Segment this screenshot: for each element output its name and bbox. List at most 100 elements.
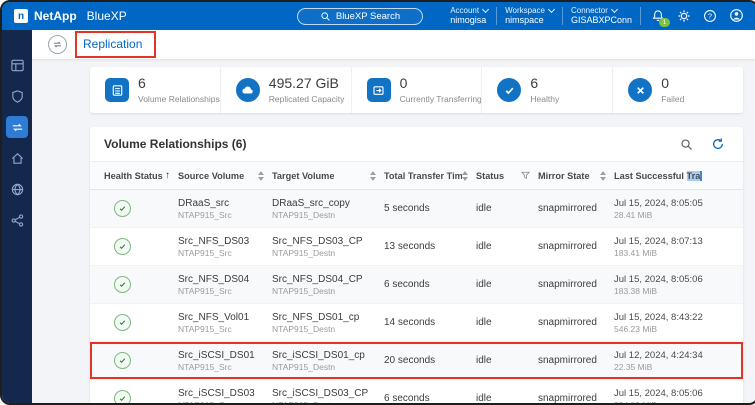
gear-icon (677, 9, 691, 23)
mirror-state-cell: snapmirrored (538, 203, 614, 214)
source-volume-cell: Src_NFS_Vol01NTAP915_Src (178, 312, 272, 334)
sort-icon[interactable] (600, 171, 606, 181)
user-menu-button[interactable] (727, 7, 745, 25)
refresh-button[interactable] (710, 137, 725, 152)
source-volume-name: Src_iSCSI_DS01 (178, 350, 272, 361)
healthy-status-icon (114, 200, 131, 217)
text-selection-highlight: Tra (687, 171, 703, 181)
col-mirror-state[interactable]: Mirror State (538, 171, 614, 181)
table-row[interactable]: DRaaS_srcNTAP915_Src DRaaS_src_copyNTAP9… (90, 190, 743, 228)
currently-transferring-icon (367, 78, 391, 102)
transfer-time-cell: 13 seconds (384, 241, 476, 252)
help-icon: ? (703, 9, 717, 23)
target-volume-name: DRaaS_src_copy (272, 198, 384, 209)
table-row[interactable]: Src_NFS_DS04NTAP915_Src Src_NFS_DS04_CPN… (90, 266, 743, 304)
last-transfer-cell: Jul 15, 2024, 8:07:13183.41 MiB (614, 236, 743, 258)
table-row[interactable]: Src_NFS_DS03NTAP915_Src Src_NFS_DS03_CPN… (90, 228, 743, 266)
top-bar: n NetApp BlueXP BlueXP Search Account ni… (2, 2, 755, 30)
col-label: Target Volume (272, 171, 334, 181)
sort-icon[interactable] (258, 171, 264, 181)
divider (496, 7, 497, 25)
sidebar-item-replication[interactable] (6, 116, 28, 138)
healthy-status-icon (114, 352, 131, 369)
volume-relationships-card: Volume Relationships (6) Health Status (90, 127, 743, 403)
target-volume-cell: Src_NFS_DS01_cpNTAP915_Destn (272, 312, 384, 334)
last-transfer-date: Jul 15, 2024, 8:07:13 (614, 236, 743, 247)
search-label: BlueXP Search (336, 11, 400, 22)
top-bar-right: Account nimogisa Workspace nimspace Conn… (450, 6, 745, 26)
annotation-box-replication: Replication (75, 31, 156, 58)
target-storage-vm: NTAP915_Destn (272, 324, 384, 334)
stat-replicated-capacity: 495.27 GiB Replicated Capacity (220, 67, 351, 113)
volume-relationships-icon (105, 78, 129, 102)
healthy-status-icon (114, 390, 131, 403)
last-transfer-size: 183.38 MiB (614, 286, 743, 296)
col-label: Health Status (104, 171, 163, 181)
mirror-state-cell: snapmirrored (538, 241, 614, 252)
transfer-time-cell: 5 seconds (384, 203, 476, 214)
source-storage-vm: NTAP915_Src (178, 286, 272, 296)
filter-icon[interactable] (521, 171, 530, 180)
mirror-state-cell: snapmirrored (538, 355, 614, 366)
target-volume-name: Src_NFS_DS03_CP (272, 236, 384, 247)
sidebar-item-governance[interactable] (6, 178, 28, 200)
table-row-highlighted[interactable]: Src_iSCSI_DS01NTAP915_Src Src_iSCSI_DS01… (90, 342, 743, 380)
source-storage-vm: NTAP915_Src (178, 362, 272, 372)
help-button[interactable]: ? (701, 7, 719, 25)
col-total-transfer-time[interactable]: Total Transfer Time (384, 171, 476, 181)
sort-icon[interactable] (370, 171, 376, 181)
table-row[interactable]: Src_iSCSI_DS03NTAP915_Src Src_iSCSI_DS03… (90, 380, 743, 403)
stat-value: 0 (661, 76, 684, 91)
stat-label: Failed (661, 94, 684, 104)
transfer-time-cell: 6 seconds (384, 279, 476, 290)
last-transfer-date: Jul 15, 2024, 8:05:06 (614, 388, 743, 399)
connector-label: Connector (571, 6, 632, 16)
sidebar-item-storage[interactable] (6, 147, 28, 169)
settings-button[interactable] (675, 7, 693, 25)
col-label: Mirror State (538, 171, 590, 181)
table-search-button[interactable] (679, 137, 694, 152)
col-source-volume[interactable]: Source Volume (178, 171, 272, 181)
last-transfer-size: 28.41 MiB (614, 210, 743, 220)
divider (562, 7, 563, 25)
app-window: n NetApp BlueXP BlueXP Search Account ni… (0, 0, 755, 405)
stat-volume-relationships: 6 Volume Relationships (90, 67, 220, 113)
target-volume-cell: Src_NFS_DS03_CPNTAP915_Destn (272, 236, 384, 258)
healthy-status-icon (114, 276, 131, 293)
sort-icon[interactable] (462, 171, 468, 181)
table-row[interactable]: Src_NFS_Vol01NTAP915_Src Src_NFS_DS01_cp… (90, 304, 743, 342)
account-menu[interactable]: Account nimogisa (450, 6, 488, 26)
last-transfer-date: Jul 12, 2024, 4:24:34 (614, 350, 743, 361)
col-last-successful-transfer[interactable]: Last Successful Tra (614, 171, 743, 181)
col-target-volume[interactable]: Target Volume (272, 171, 384, 181)
sidebar-item-protection[interactable] (6, 85, 28, 107)
source-volume-name: Src_NFS_DS03 (178, 236, 272, 247)
sidebar-item-share[interactable] (6, 209, 28, 231)
workspace-menu[interactable]: Workspace nimspace (505, 6, 554, 26)
last-transfer-cell: Jul 15, 2024, 8:05:0528.41 MiB (614, 198, 743, 220)
connector-menu[interactable]: Connector GISABXPConn (571, 6, 632, 26)
source-storage-vm: NTAP915_Src (178, 248, 272, 258)
page-title: Replication (83, 37, 142, 51)
search-icon (320, 11, 331, 22)
notifications-button[interactable]: 1 (649, 7, 667, 25)
sidebar-item-canvas[interactable] (6, 54, 28, 76)
stat-currently-transferring: 0 Currently Transferring (351, 67, 482, 113)
stat-value: 6 (530, 76, 559, 91)
divider (640, 7, 641, 25)
mirror-state-cell: snapmirrored (538, 317, 614, 328)
healthy-icon (497, 78, 521, 102)
source-storage-vm: NTAP915_Src (178, 324, 272, 334)
source-volume-cell: DRaaS_srcNTAP915_Src (178, 198, 272, 220)
replication-service-icon[interactable] (48, 35, 67, 54)
sort-ascending-icon (165, 170, 170, 181)
workspace-value: nimspace (505, 15, 554, 26)
transfer-time-cell: 20 seconds (384, 355, 476, 366)
col-health-status[interactable]: Health Status (104, 170, 178, 181)
chevron-down-icon (611, 6, 618, 13)
bluexp-search-button[interactable]: BlueXP Search (297, 8, 423, 25)
shield-icon (10, 89, 25, 104)
target-volume-name: Src_iSCSI_DS01_cp (272, 350, 384, 361)
svg-text:?: ? (708, 12, 712, 21)
col-status[interactable]: Status (476, 171, 538, 181)
